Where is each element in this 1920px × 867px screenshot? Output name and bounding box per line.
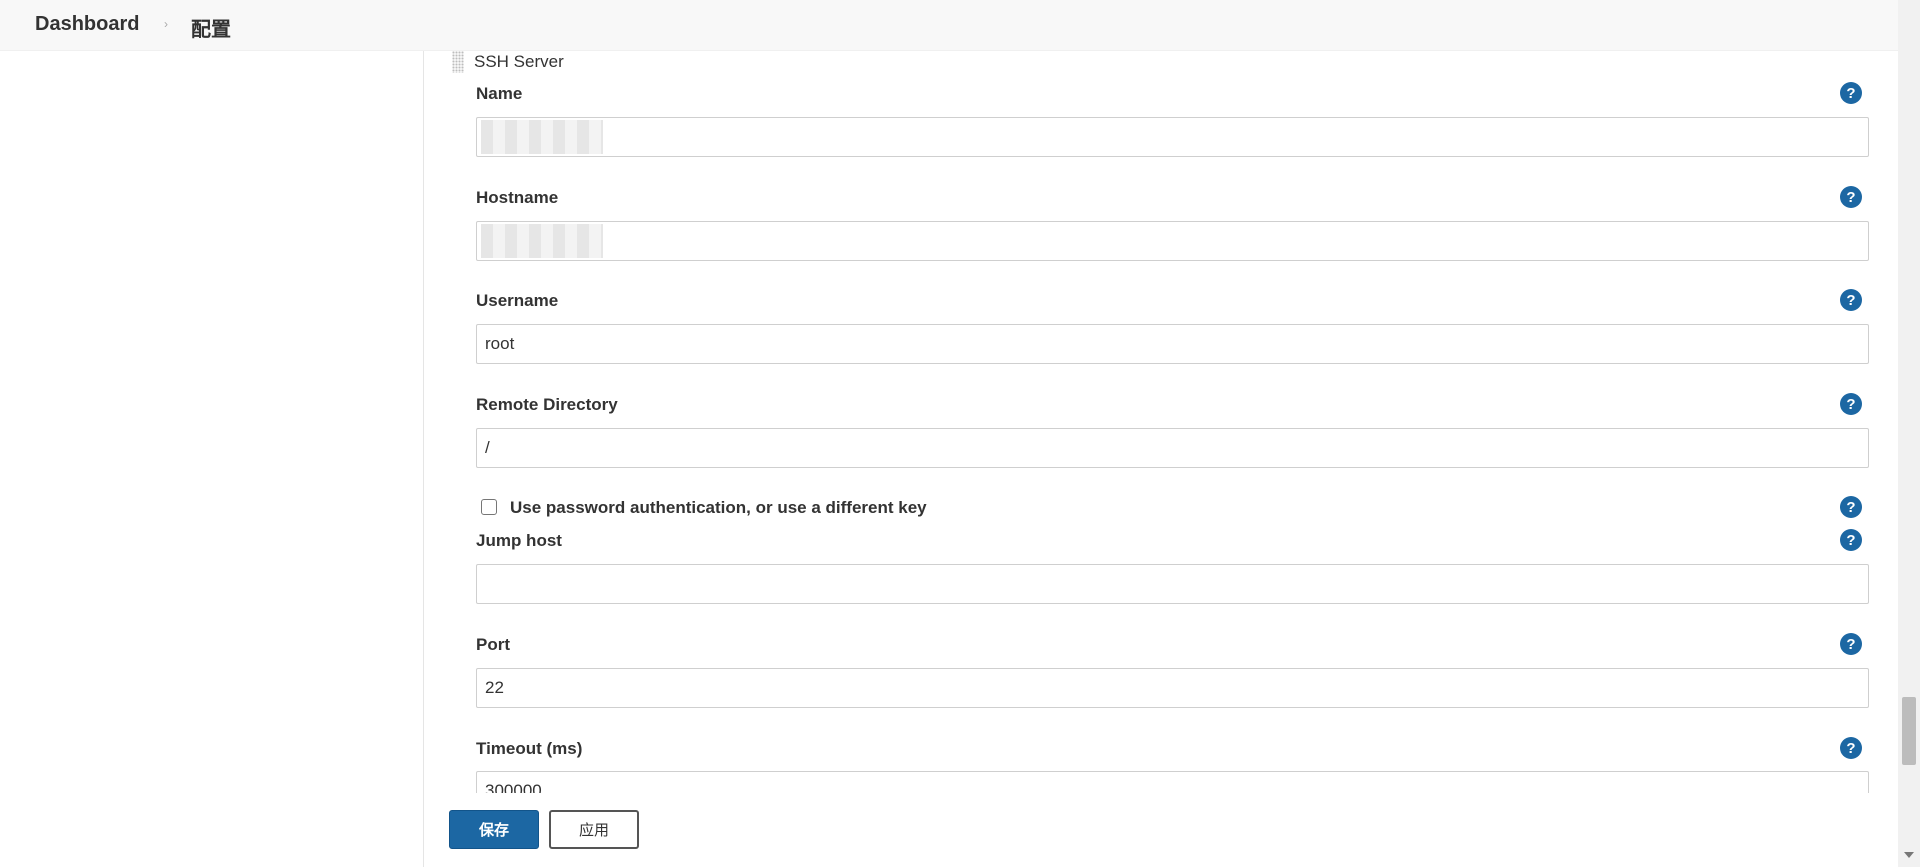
scroll-down-arrow-icon[interactable]: [1904, 852, 1914, 858]
port-help-icon[interactable]: ?: [1840, 633, 1862, 655]
remote-directory-help-icon[interactable]: ?: [1840, 393, 1862, 415]
section-title: SSH Server: [474, 52, 564, 71]
use-password-checkbox[interactable]: [481, 499, 497, 515]
timeout-input[interactable]: [476, 771, 1869, 793]
redacted-hostname-value: [481, 224, 603, 258]
breadcrumb-bar: Dashboard › 配置: [0, 0, 1898, 51]
name-label: Name: [476, 84, 523, 103]
hostname-label: Hostname: [476, 188, 559, 207]
timeout-label: Timeout (ms): [476, 739, 583, 758]
port-input[interactable]: [476, 668, 1869, 708]
hostname-input[interactable]: [476, 221, 1869, 261]
username-label: Username: [476, 291, 559, 310]
redacted-name-value: [481, 120, 603, 154]
breadcrumb-dashboard-link[interactable]: Dashboard: [35, 13, 139, 36]
timeout-help-icon[interactable]: ?: [1840, 737, 1862, 759]
jump-host-label: Jump host: [476, 531, 562, 550]
hostname-help-icon[interactable]: ?: [1840, 186, 1862, 208]
username-input[interactable]: [476, 324, 1869, 364]
port-label: Port: [476, 635, 510, 654]
use-password-label[interactable]: Use password authentication, or use a di…: [510, 498, 927, 518]
jump-host-input[interactable]: [476, 564, 1869, 604]
remote-directory-label: Remote Directory: [476, 395, 618, 414]
form-action-bar: 保存 应用: [424, 793, 1898, 867]
page-scrollbar[interactable]: [1898, 0, 1920, 867]
remote-directory-input[interactable]: [476, 428, 1869, 468]
name-help-icon[interactable]: ?: [1840, 82, 1862, 104]
breadcrumb-separator-icon: ›: [164, 17, 168, 31]
use-password-help-icon[interactable]: ?: [1840, 496, 1862, 518]
scrollbar-thumb[interactable]: [1902, 697, 1916, 765]
username-help-icon[interactable]: ?: [1840, 289, 1862, 311]
breadcrumb-current-page[interactable]: 配置: [191, 13, 231, 42]
config-form: SSH Server Name ? Hostname ? Username ? …: [424, 51, 1898, 793]
save-button[interactable]: 保存: [449, 810, 539, 849]
apply-button[interactable]: 应用: [549, 810, 639, 849]
jump-host-help-icon[interactable]: ?: [1840, 529, 1862, 551]
drag-handle-icon[interactable]: [452, 51, 464, 73]
ssh-server-section-header: SSH Server: [452, 51, 564, 73]
name-input[interactable]: [476, 117, 1869, 157]
